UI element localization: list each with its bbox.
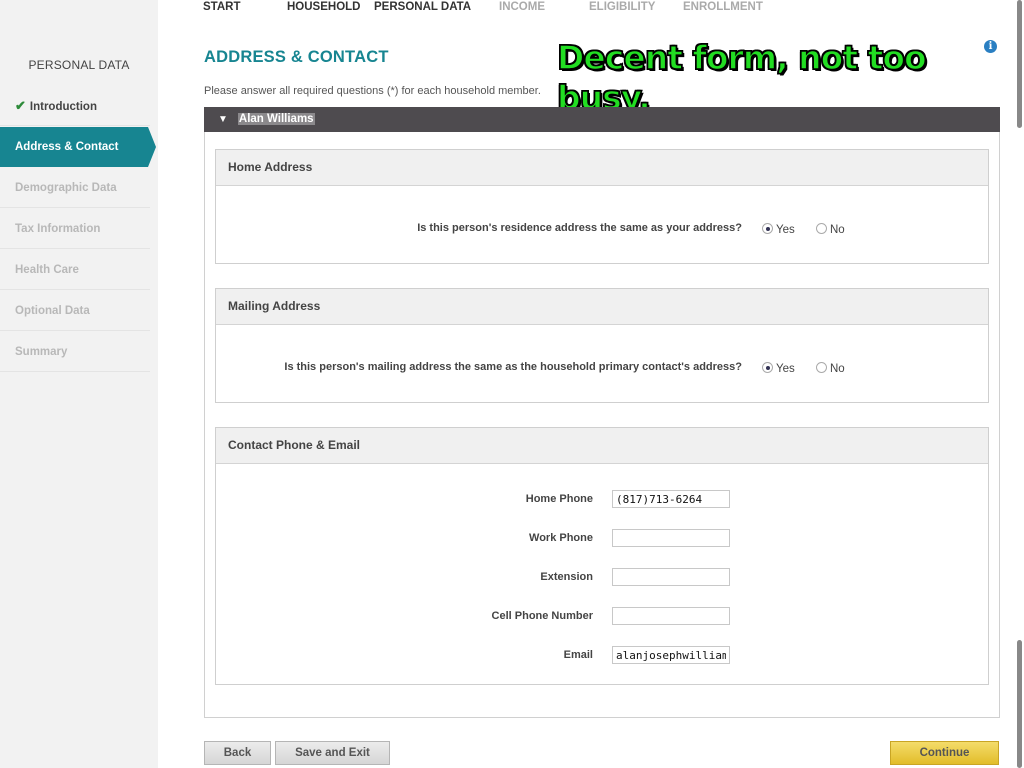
home-address-section: Home Address <box>215 149 989 264</box>
sidebar-item-summary[interactable]: Summary <box>0 332 150 372</box>
step-start[interactable]: START <box>203 1 240 13</box>
work-phone-label: Work Phone <box>529 532 593 544</box>
continue-button[interactable]: Continue <box>890 741 999 765</box>
home-address-no-radio[interactable]: No <box>816 223 845 236</box>
scrollbar-thumb[interactable] <box>1017 0 1022 128</box>
sidebar-item-optional-data[interactable]: Optional Data <box>0 291 150 331</box>
email-label: Email <box>563 649 593 661</box>
work-phone-input[interactable] <box>612 529 730 547</box>
radio-selected-icon <box>762 223 773 234</box>
home-phone-input[interactable] <box>612 490 730 508</box>
radio-label: No <box>830 363 845 375</box>
mailing-address-section: Mailing Address <box>215 288 989 403</box>
chevron-down-icon: ▼ <box>218 114 228 125</box>
info-icon[interactable]: i <box>984 40 997 53</box>
step-household[interactable]: HOUSEHOLD <box>287 1 360 13</box>
sidebar-item-label: Tax Information <box>15 223 101 235</box>
section-title: Home Address <box>216 150 988 186</box>
sidebar-heading: PERSONAL DATA <box>28 58 130 72</box>
sidebar-item-introduction[interactable]: ✔ Introduction <box>0 86 150 126</box>
sidebar-item-label: Demographic Data <box>15 182 117 194</box>
radio-icon <box>816 362 827 373</box>
sidebar-item-address-contact[interactable]: Address & Contact <box>0 127 156 167</box>
step-enrollment: ENROLLMENT <box>683 1 763 13</box>
cell-phone-label: Cell Phone Number <box>491 610 593 622</box>
mailing-address-question: Is this person's mailing address the sam… <box>284 361 742 373</box>
back-button[interactable]: Back <box>204 741 271 765</box>
cell-phone-input[interactable] <box>612 607 730 625</box>
sidebar-item-health-care[interactable]: Health Care <box>0 250 150 290</box>
page-title: ADDRESS & CONTACT <box>204 48 389 66</box>
sidebar-item-demographic-data[interactable]: Demographic Data <box>0 168 150 208</box>
annotation-overlay: Decent form, not too busy. <box>556 37 927 118</box>
home-address-question: Is this person's residence address the s… <box>417 222 742 234</box>
contact-section: Contact Phone & Email <box>215 427 989 685</box>
radio-icon <box>816 223 827 234</box>
sidebar-item-tax-information[interactable]: Tax Information <box>0 209 150 249</box>
mailing-address-yes-radio[interactable]: Yes <box>762 362 795 375</box>
sidebar-item-label: Optional Data <box>15 305 90 317</box>
person-name: Alan Williams <box>237 113 315 125</box>
sidebar-item-label: Health Care <box>15 264 79 276</box>
sidebar-item-label: Introduction <box>29 101 97 113</box>
extension-input[interactable] <box>612 568 730 586</box>
checkmark-icon: ✔ <box>15 98 26 113</box>
step-personal-data[interactable]: PERSONAL DATA <box>374 1 471 13</box>
scrollbar-thumb[interactable] <box>1017 640 1022 768</box>
email-input[interactable] <box>612 646 730 664</box>
radio-label: Yes <box>776 224 795 236</box>
home-phone-label: Home Phone <box>525 493 593 505</box>
step-nav: START HOUSEHOLD PERSONAL DATA INCOME ELI… <box>0 0 1024 16</box>
section-title: Contact Phone & Email <box>216 428 988 464</box>
instructions-text: Please answer all required questions (*)… <box>204 85 541 97</box>
radio-label: Yes <box>776 363 795 375</box>
sidebar: PERSONAL DATA ✔ Introduction Address & Co… <box>0 0 158 768</box>
sidebar-item-label: Summary <box>15 346 68 358</box>
step-income: INCOME <box>499 1 545 13</box>
sidebar-item-label: Address & Contact <box>15 141 119 153</box>
save-and-exit-button[interactable]: Save and Exit <box>275 741 390 765</box>
extension-label: Extension <box>540 571 593 583</box>
radio-label: No <box>830 224 845 236</box>
section-title: Mailing Address <box>216 289 988 325</box>
person-expander[interactable]: ▼ Alan Williams <box>204 107 1000 132</box>
radio-selected-icon <box>762 362 773 373</box>
home-address-yes-radio[interactable]: Yes <box>762 223 795 236</box>
mailing-address-no-radio[interactable]: No <box>816 362 845 375</box>
step-eligibility: ELIGIBILITY <box>589 1 656 13</box>
